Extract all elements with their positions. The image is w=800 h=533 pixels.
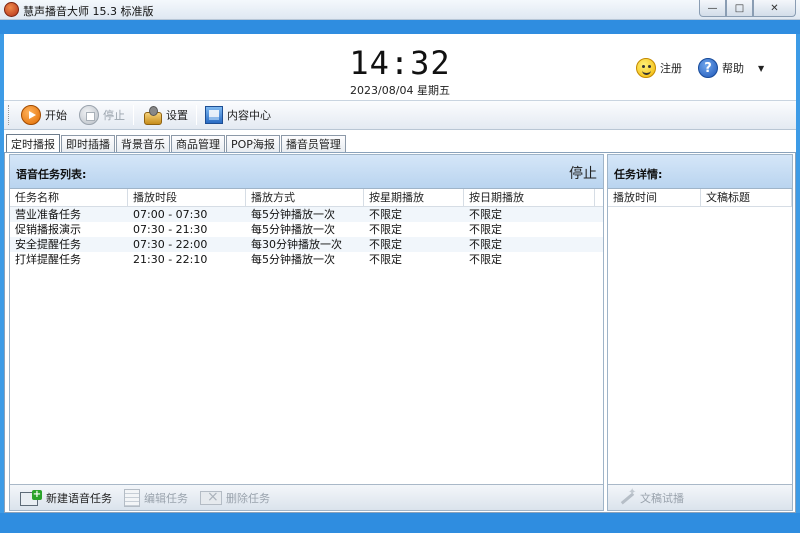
app-logo-icon: [4, 2, 19, 17]
task-detail-title: 任务详情:: [614, 168, 663, 181]
settings-label: 设置: [166, 109, 188, 122]
task-list-footer: 新建语音任务 编辑任务 删除任务: [10, 484, 603, 510]
time-range-cell: 21:30 - 22:10: [133, 253, 208, 266]
date-cell: 不限定: [469, 208, 502, 221]
table-row[interactable]: 营业准备任务 07:00 - 07:30 每5分钟播放一次 不限定 不限定: [10, 207, 603, 222]
tab-bar: 定时播报 即时插播 背景音乐 商品管理 POP海报 播音员管理: [4, 130, 796, 153]
date-cell: 不限定: [469, 253, 502, 266]
task-detail-header: 任务详情:: [608, 155, 792, 189]
settings-icon: [142, 105, 162, 125]
stop-icon: [79, 105, 99, 125]
task-list-panel: 语音任务列表: 停止 任务名称 播放时段 播放方式 按星期播放 按日期播放 营业…: [9, 154, 604, 511]
edit-task-label: 编辑任务: [144, 491, 188, 505]
register-button[interactable]: 注册: [636, 58, 682, 78]
task-name-cell: 安全提醒任务: [15, 238, 81, 251]
register-label: 注册: [660, 62, 682, 75]
tab-background-music[interactable]: 背景音乐: [116, 135, 170, 152]
column-header[interactable]: 播放方式: [246, 189, 364, 206]
delete-icon: [200, 489, 222, 505]
column-header[interactable]: 按星期播放: [364, 189, 464, 206]
preview-script-button[interactable]: 文稿试播: [612, 487, 690, 509]
table-row[interactable]: 安全提醒任务 07:30 - 22:00 每30分钟播放一次 不限定 不限定: [10, 237, 603, 252]
tab-pop-poster[interactable]: POP海报: [226, 135, 280, 152]
column-header[interactable]: 播放时间: [608, 189, 701, 206]
task-detail-footer: 文稿试播: [608, 484, 792, 510]
tab-product-management[interactable]: 商品管理: [171, 135, 225, 152]
header: 14:32 2023/08/04 星期五 注册 ? 帮助 ▼: [4, 34, 796, 100]
task-name-cell: 营业准备任务: [15, 208, 81, 221]
settings-button[interactable]: 设置: [136, 103, 194, 127]
column-header[interactable]: 文稿标题: [701, 189, 792, 206]
task-name-cell: 打烊提醒任务: [15, 253, 81, 266]
preview-script-label: 文稿试播: [640, 491, 684, 505]
weekday-cell: 不限定: [369, 223, 402, 236]
content-center-button[interactable]: 内容中心: [199, 103, 277, 127]
edit-task-button[interactable]: 编辑任务: [118, 487, 194, 509]
weekday-cell: 不限定: [369, 253, 402, 266]
close-button[interactable]: ✕: [753, 0, 796, 17]
new-task-button[interactable]: 新建语音任务: [14, 487, 118, 509]
task-detail-panel: 任务详情: 播放时间 文稿标题 文稿试播: [607, 154, 793, 511]
column-header[interactable]: 按日期播放: [464, 189, 595, 206]
edit-document-icon: [124, 488, 140, 507]
window-controls: — □ ✕: [699, 0, 796, 17]
time-range-cell: 07:30 - 21:30: [133, 223, 208, 236]
delete-task-label: 删除任务: [226, 491, 270, 505]
window-title: 慧声播音大师 15.3 标准版: [23, 5, 154, 18]
new-task-label: 新建语音任务: [46, 491, 112, 505]
help-button[interactable]: ? 帮助 ▼: [698, 58, 764, 78]
stop-button[interactable]: 停止: [73, 103, 131, 127]
time-range-cell: 07:00 - 07:30: [133, 208, 208, 221]
toolbar-divider: [196, 105, 197, 125]
tab-announcer-management[interactable]: 播音员管理: [280, 135, 346, 152]
toolbar-divider: [133, 105, 134, 125]
clock-date: 2023/08/04 星期五: [350, 84, 450, 97]
task-list-title: 语音任务列表:: [16, 168, 87, 181]
start-button[interactable]: 开始: [15, 103, 73, 127]
main-content: 语音任务列表: 停止 任务名称 播放时段 播放方式 按星期播放 按日期播放 营业…: [4, 152, 796, 513]
toolbar-grip: [8, 105, 11, 125]
play-mode-cell: 每5分钟播放一次: [251, 223, 335, 236]
help-icon: ?: [698, 58, 718, 78]
date-cell: 不限定: [469, 238, 502, 251]
time-range-cell: 07:30 - 22:00: [133, 238, 208, 251]
task-table-header: 任务名称 播放时段 播放方式 按星期播放 按日期播放: [10, 189, 603, 207]
date-cell: 不限定: [469, 223, 502, 236]
column-header[interactable]: 任务名称: [10, 189, 128, 206]
play-mode-cell: 每5分钟播放一次: [251, 253, 335, 266]
minimize-button[interactable]: —: [699, 0, 726, 17]
maximize-button[interactable]: □: [726, 0, 753, 17]
content-center-icon: [205, 106, 223, 124]
tab-instant-insert[interactable]: 即时插播: [61, 135, 115, 152]
stop-label: 停止: [103, 109, 125, 122]
magic-wand-icon: [618, 487, 636, 507]
detail-table-header: 播放时间 文稿标题: [608, 189, 792, 207]
chevron-down-icon[interactable]: ▼: [758, 64, 764, 73]
play-icon: [21, 105, 41, 125]
title-bar: 慧声播音大师 15.3 标准版 — □ ✕: [0, 0, 800, 20]
smiley-icon: [636, 58, 656, 78]
weekday-cell: 不限定: [369, 208, 402, 221]
top-strip: [0, 20, 800, 34]
task-name-cell: 促销播报演示: [15, 223, 81, 236]
help-label: 帮助: [722, 62, 744, 75]
play-mode-cell: 每5分钟播放一次: [251, 208, 335, 221]
broadcast-status: 停止: [569, 166, 597, 182]
status-strip: [0, 513, 800, 533]
tab-scheduled-broadcast[interactable]: 定时播报: [6, 134, 60, 153]
delete-task-button[interactable]: 删除任务: [194, 487, 276, 509]
start-label: 开始: [45, 109, 67, 122]
play-mode-cell: 每30分钟播放一次: [251, 238, 342, 251]
table-row[interactable]: 打烊提醒任务 21:30 - 22:10 每5分钟播放一次 不限定 不限定: [10, 252, 603, 267]
weekday-cell: 不限定: [369, 238, 402, 251]
table-row[interactable]: 促销播报演示 07:30 - 21:30 每5分钟播放一次 不限定 不限定: [10, 222, 603, 237]
toolbar: 开始 停止 设置 内容中心: [4, 100, 796, 130]
column-header[interactable]: 播放时段: [128, 189, 246, 206]
add-task-icon: [20, 489, 42, 506]
task-list-header: 语音任务列表: 停止: [10, 155, 603, 189]
content-center-label: 内容中心: [227, 109, 271, 122]
